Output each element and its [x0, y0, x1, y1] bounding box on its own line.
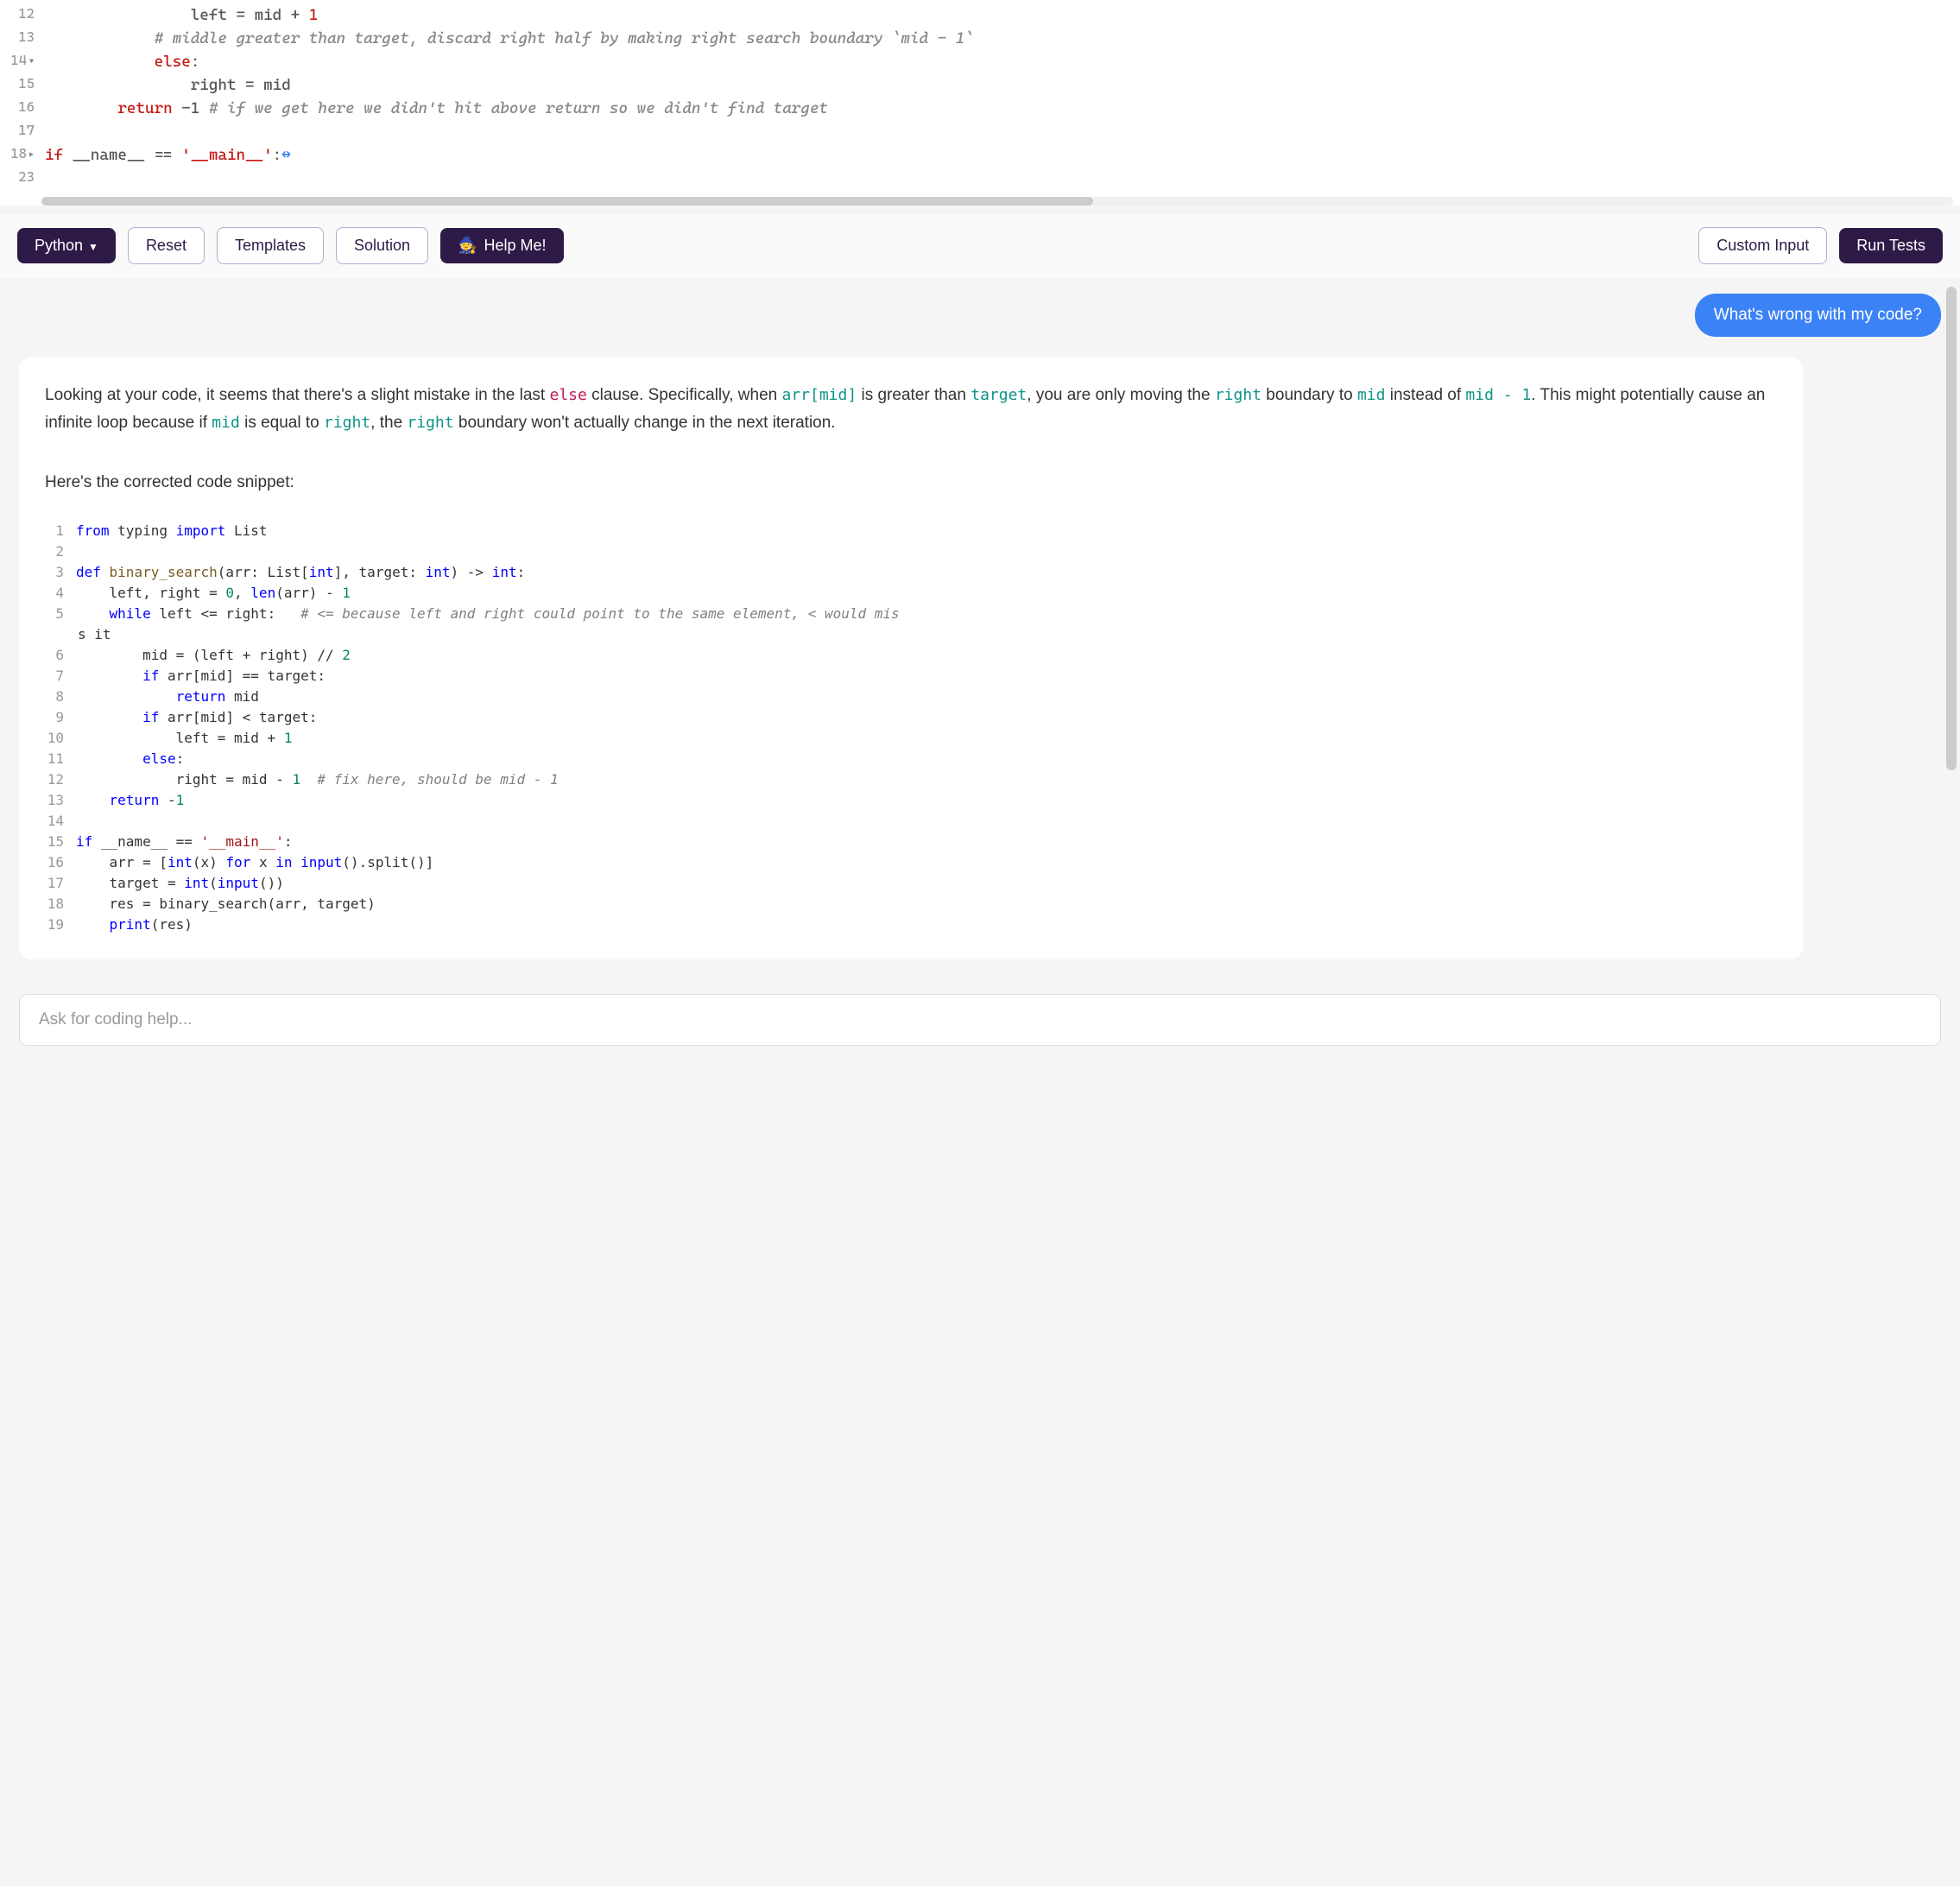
- chat-panel: What's wrong with my code? Looking at yo…: [0, 278, 1960, 959]
- chevron-down-icon: ▼: [88, 241, 98, 253]
- fold-marker-down-icon[interactable]: ▾: [28, 55, 35, 67]
- fold-indicator-icon[interactable]: ↔: [281, 146, 291, 164]
- line-number: 23: [3, 167, 35, 190]
- language-dropdown[interactable]: Python▼: [17, 228, 116, 263]
- user-message-bubble: What's wrong with my code?: [1695, 294, 1941, 337]
- editor-gutter: 12 13 14▾ 15 16 17 18▸ 23: [0, 0, 41, 193]
- editor-toolbar: Python▼ Reset Templates Solution 🧙Help M…: [0, 212, 1960, 278]
- line-number: 13: [3, 27, 35, 50]
- code-snippet: 1from typing import List 2 3def binary_s…: [45, 521, 1777, 935]
- snippet-line-number: 1: [45, 521, 76, 541]
- code-editor-area: 12 13 14▾ 15 16 17 18▸ 23 left = mid + 1…: [0, 0, 1960, 206]
- editor-code[interactable]: left = mid + 1 # middle greater than tar…: [41, 0, 1960, 193]
- scrollbar-thumb[interactable]: [41, 197, 1093, 206]
- fold-marker-right-icon[interactable]: ▸: [28, 149, 35, 161]
- line-number: 18▸: [3, 143, 35, 167]
- wizard-icon: 🧙: [458, 237, 477, 255]
- line-number: 14▾: [3, 50, 35, 73]
- reset-button[interactable]: Reset: [128, 227, 205, 264]
- snippet-intro: Here's the corrected code snippet:: [45, 469, 1777, 497]
- line-number: 15: [3, 73, 35, 97]
- user-message: What's wrong with my code?: [19, 294, 1941, 337]
- assistant-message: Looking at your code, it seems that ther…: [19, 358, 1803, 959]
- horizontal-scrollbar[interactable]: [41, 197, 1953, 206]
- chat-input-row: [0, 959, 1960, 1065]
- templates-button[interactable]: Templates: [217, 227, 324, 264]
- chat-input[interactable]: [19, 994, 1941, 1046]
- assistant-explanation: Looking at your code, it seems that ther…: [45, 382, 1777, 438]
- run-tests-button[interactable]: Run Tests: [1839, 228, 1943, 263]
- line-number: 16: [3, 97, 35, 120]
- line-number: 17: [3, 120, 35, 143]
- line-number: 12: [3, 3, 35, 27]
- vertical-scrollbar[interactable]: [1946, 287, 1957, 770]
- solution-button[interactable]: Solution: [336, 227, 428, 264]
- help-me-button[interactable]: 🧙Help Me!: [440, 228, 563, 263]
- code-editor[interactable]: 12 13 14▾ 15 16 17 18▸ 23 left = mid + 1…: [0, 0, 1960, 193]
- custom-input-button[interactable]: Custom Input: [1698, 227, 1827, 264]
